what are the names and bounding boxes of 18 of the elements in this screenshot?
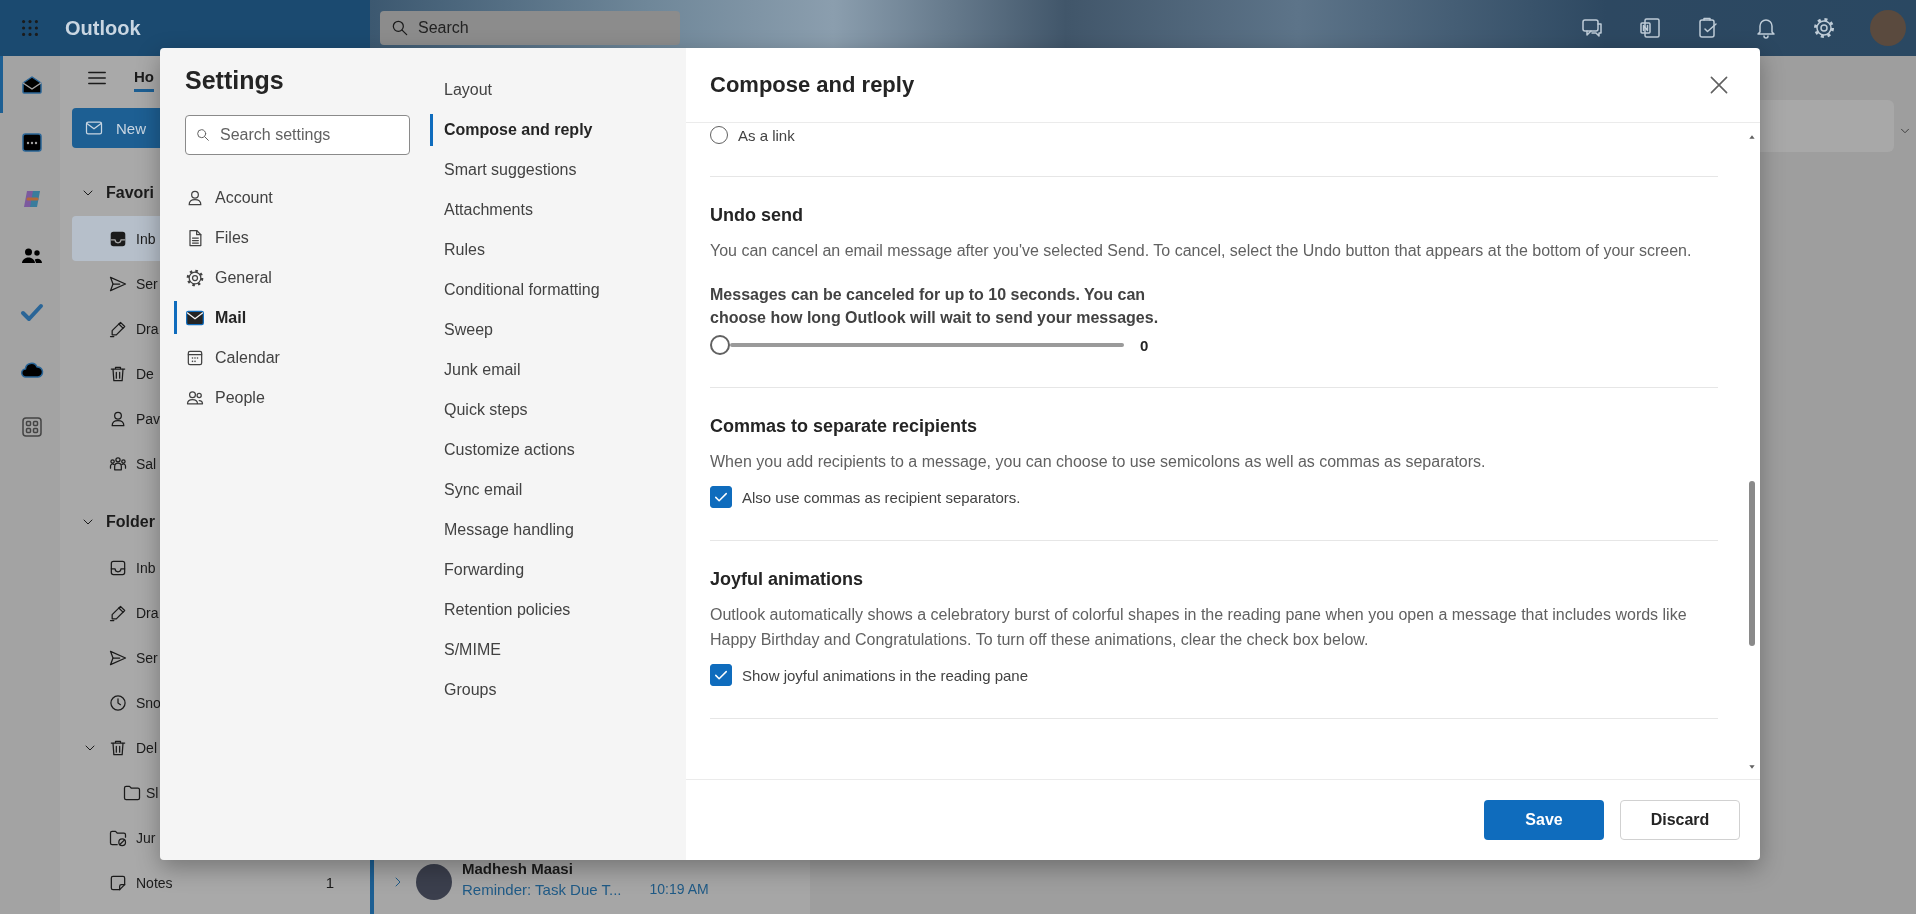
checkbox-label: Show joyful animations in the reading pane xyxy=(742,666,1029,684)
option-label: As a link xyxy=(738,126,795,144)
slider-label: Messages can be canceled for up to 10 seconds. You can choose how long Outlook will wait to send your messages. xyxy=(710,285,1160,328)
app-name: Outlook xyxy=(65,16,141,40)
slider-value: 0 xyxy=(1140,336,1149,354)
section-description: Outlook automatically shows a celebratory burst of colorful shapes in the reading pane when you open a message that includes words like Happy Birthday and Congratulations. To turn off these animations, clear the check box below. xyxy=(710,605,1688,650)
section-heading: Undo send xyxy=(710,205,804,226)
unread-count: 1 xyxy=(325,874,334,891)
sender-name: Madhesh Maasi xyxy=(462,860,574,877)
dialog-title: Settings xyxy=(185,66,285,95)
page-title: Compose and reply xyxy=(710,72,915,98)
section-heading: Commas to separate recipients xyxy=(710,416,979,437)
section-description: You can cancel an email message after you've selected Send. To cancel, select the Undo button that appears at the bottom of your screen. xyxy=(710,241,1693,261)
section-heading: Joyful animations xyxy=(710,569,865,590)
section-description: When you add recipients to a message, you can choose to use semicolons as well as commas as separators. xyxy=(710,452,1487,472)
message-subject: Reminder: Task Due T... xyxy=(462,881,622,898)
message-time: 10:19 AM xyxy=(649,881,709,898)
checkbox-label: Also use commas as recipient separators. xyxy=(742,488,1021,506)
